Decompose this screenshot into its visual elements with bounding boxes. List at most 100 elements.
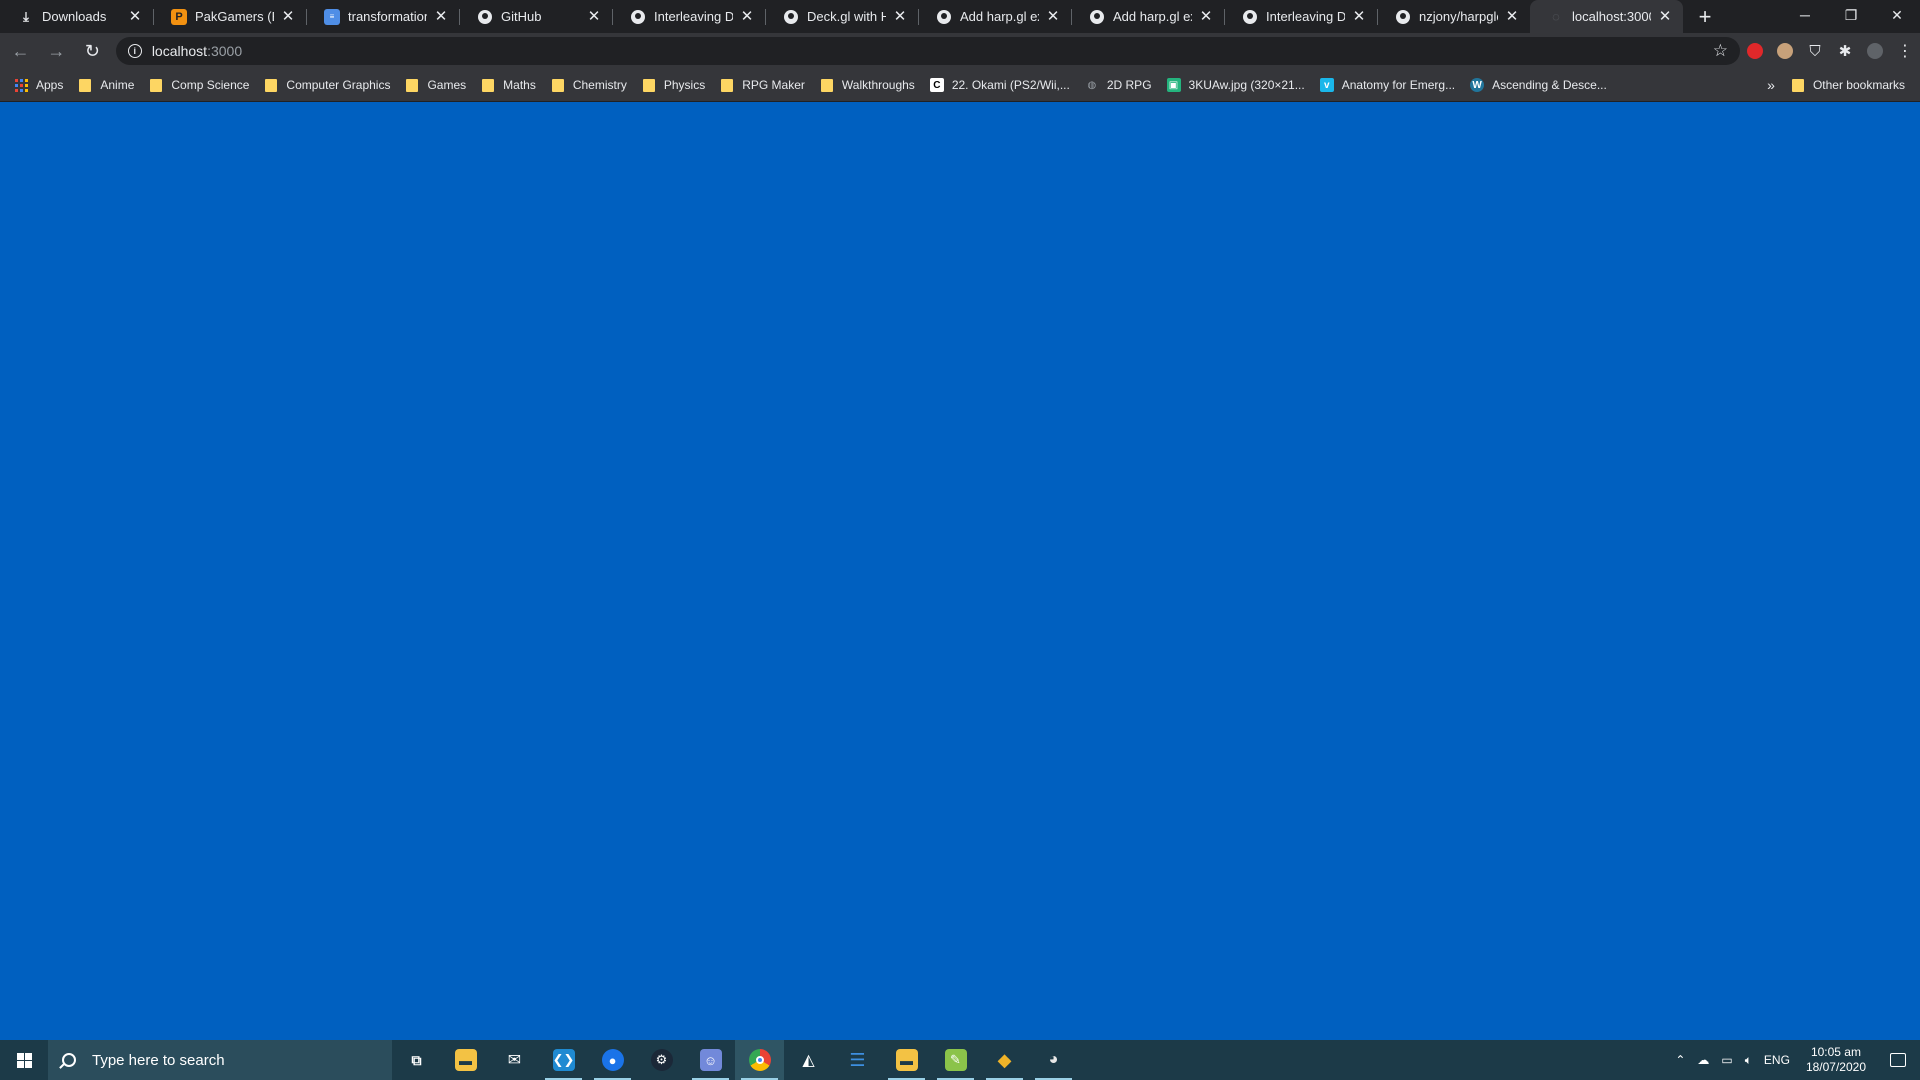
folder-icon	[264, 78, 278, 92]
tab-add-harpgl-2[interactable]: Add harp.gl exam ✕	[1071, 0, 1224, 33]
github-icon	[936, 9, 952, 25]
clock[interactable]: 10:05 am 18/07/2020	[1796, 1045, 1876, 1075]
minimize-button[interactable]: ─	[1782, 0, 1828, 30]
tab-transformations[interactable]: ≡ transformations ✕	[306, 0, 459, 33]
search-placeholder: Type here to search	[92, 1051, 225, 1069]
taskbar-notepad[interactable]: ✎	[931, 1040, 980, 1080]
taskbar-git-app[interactable]: ◆	[980, 1040, 1029, 1080]
shield-extension-icon[interactable]: ⛉	[1800, 36, 1830, 66]
close-icon[interactable]: ✕	[892, 8, 908, 25]
tab-interleaving-deck-2[interactable]: Interleaving Deck ✕	[1224, 0, 1377, 33]
restore-button[interactable]: ❐	[1828, 0, 1874, 30]
bookmark-folder-anime[interactable]: Anime	[72, 72, 143, 98]
bookmark-label: Other bookmarks	[1812, 78, 1905, 92]
start-button[interactable]	[0, 1040, 48, 1080]
bookmark-folder-walkthroughs[interactable]: Walkthroughs	[814, 72, 924, 98]
menu-kebab-icon[interactable]: ⋮	[1890, 36, 1920, 66]
action-center-button[interactable]	[1876, 1040, 1920, 1080]
close-icon[interactable]: ✕	[1045, 8, 1061, 25]
bookmark-okami[interactable]: C 22. Okami (PS2/Wii,...	[924, 72, 1079, 98]
tab-downloads[interactable]: ⤓ Downloads ✕	[0, 0, 153, 33]
bookmark-label: Walkthroughs	[841, 78, 915, 92]
new-tab-button[interactable]: +	[1689, 0, 1721, 33]
steam-icon: ⚙	[650, 1049, 673, 1071]
close-icon[interactable]: ✕	[280, 8, 296, 25]
taskbar-blue-app[interactable]: ☰	[833, 1040, 882, 1080]
url-host: localhost	[151, 43, 208, 59]
taskbar-explorer-2[interactable]: ▬	[882, 1040, 931, 1080]
bookmark-star-icon[interactable]: ☆	[1713, 41, 1728, 61]
palette-icon: ◕	[1048, 1051, 1059, 1068]
cloud-icon[interactable]: ☁	[1691, 1053, 1715, 1067]
wordpress-icon: W	[1470, 78, 1485, 92]
taskbar-mail[interactable]: ✉	[490, 1040, 539, 1080]
close-icon[interactable]: ✕	[1198, 8, 1214, 25]
adblock-extension-icon[interactable]	[1740, 36, 1770, 66]
folder-icon	[78, 78, 92, 92]
tab-localhost[interactable]: ◌ localhost:3000 ✕	[1530, 0, 1683, 33]
tab-interleaving-deck[interactable]: Interleaving Deck ✕	[612, 0, 765, 33]
bookmark-folder-chemistry[interactable]: Chemistry	[545, 72, 636, 98]
bookmark-anatomy[interactable]: v Anatomy for Emerg...	[1314, 72, 1464, 98]
folder-icon	[720, 78, 734, 92]
bookmark-ascending[interactable]: W Ascending & Desce...	[1464, 72, 1616, 98]
taskbar-vscode[interactable]: ❮❯	[539, 1040, 588, 1080]
tab-title: Add harp.gl exam	[1113, 9, 1192, 24]
info-icon[interactable]: i	[127, 44, 142, 58]
tab-add-harpgl-1[interactable]: Add harp.gl exam ✕	[918, 0, 1071, 33]
close-icon[interactable]: ✕	[433, 8, 449, 25]
tab-deckgl-harp[interactable]: Deck.gl with Harp ✕	[765, 0, 918, 33]
volume-icon[interactable]: 🔈︎	[1739, 1053, 1758, 1068]
bookmark-label: Ascending & Desce...	[1492, 78, 1607, 92]
bookmark-folder-physics[interactable]: Physics	[636, 72, 714, 98]
profile-avatar[interactable]	[1860, 36, 1890, 66]
mail-icon: ✉	[507, 1052, 522, 1069]
close-icon[interactable]: ✕	[1504, 8, 1520, 25]
reload-button[interactable]: ↻	[77, 35, 108, 67]
github-icon	[1395, 9, 1411, 25]
close-icon[interactable]: ✕	[586, 8, 602, 25]
bookmark-label: Games	[427, 78, 467, 92]
other-bookmarks[interactable]: Other bookmarks	[1785, 72, 1914, 98]
taskbar-steam[interactable]: ⚙	[637, 1040, 686, 1080]
close-icon[interactable]: ✕	[1351, 8, 1367, 25]
bookmark-image[interactable]: ▣ 3KUAw.jpg (320×21...	[1161, 72, 1314, 98]
taskbar-file-explorer[interactable]: ▬	[441, 1040, 490, 1080]
close-icon[interactable]: ✕	[739, 8, 755, 25]
cookie-extension-icon[interactable]	[1770, 36, 1800, 66]
tab-github[interactable]: GitHub ✕	[459, 0, 612, 33]
back-button[interactable]: ←	[5, 35, 36, 67]
taskbar-paint[interactable]: ◕	[1029, 1040, 1078, 1080]
bookmark-folder-games[interactable]: Games	[399, 72, 475, 98]
bookmark-folder-computer-graphics[interactable]: Computer Graphics	[258, 72, 399, 98]
extensions-puzzle-icon[interactable]: ✱	[1830, 36, 1860, 66]
search-icon	[62, 1053, 76, 1067]
taskbar-maps[interactable]: ●	[588, 1040, 637, 1080]
docs-icon: ≡	[324, 8, 340, 25]
bookmark-label: Comp Science	[171, 78, 250, 92]
network-icon[interactable]: ▭	[1715, 1053, 1738, 1067]
forward-button[interactable]: →	[41, 35, 72, 67]
tab-pakgamers[interactable]: P PakGamers (Beta ✕	[153, 0, 306, 33]
bookmark-2d-rpg[interactable]: ◍ 2D RPG	[1079, 72, 1161, 98]
taskbar-chrome[interactable]	[735, 1040, 784, 1080]
tab-title: Deck.gl with Harp	[807, 9, 886, 24]
taskbar-search[interactable]: Type here to search	[48, 1040, 392, 1080]
task-view-button[interactable]: ⧉	[392, 1040, 441, 1080]
task-view-icon: ⧉	[411, 1051, 422, 1068]
address-bar[interactable]: i localhost:3000 ☆	[115, 37, 1741, 65]
close-window-button[interactable]: ✕	[1874, 0, 1920, 30]
bookmark-folder-maths[interactable]: Maths	[475, 72, 545, 98]
chevron-up-icon[interactable]: ⌃	[1669, 1053, 1691, 1067]
bookmark-folder-rpg-maker[interactable]: RPG Maker	[714, 72, 814, 98]
bookmarks-overflow-button[interactable]: »	[1757, 77, 1785, 93]
tab-harpglclip[interactable]: nzjony/harpglclip ✕	[1377, 0, 1530, 33]
taskbar-fox-app[interactable]: ◭	[784, 1040, 833, 1080]
close-icon[interactable]: ✕	[1657, 8, 1673, 25]
language-indicator[interactable]: ENG	[1758, 1053, 1796, 1067]
page-canvas[interactable]	[0, 102, 1920, 1040]
bookmark-folder-comp-science[interactable]: Comp Science	[143, 72, 258, 98]
close-icon[interactable]: ✕	[127, 8, 143, 25]
taskbar-discord[interactable]: ☺	[686, 1040, 735, 1080]
bookmark-apps[interactable]: Apps	[8, 72, 72, 98]
